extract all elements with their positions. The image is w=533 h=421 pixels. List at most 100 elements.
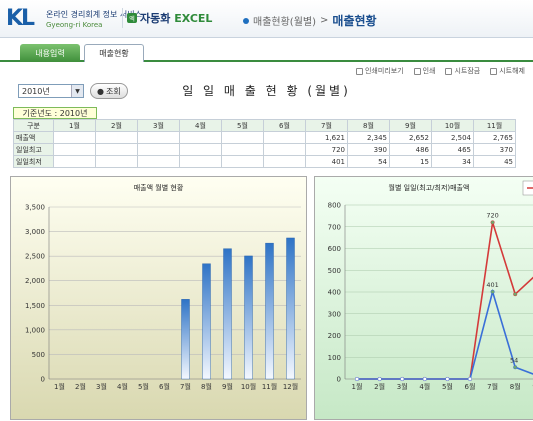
x-tick-label: 12월: [283, 382, 298, 391]
sheet-unlock-button[interactable]: 시트해제: [490, 66, 525, 76]
app-badge: 엑 자동화 EXCEL: [122, 8, 216, 28]
table-cell[interactable]: 465: [432, 144, 474, 156]
x-tick-label: 3월: [397, 382, 408, 391]
month-header-cell: 1월: [54, 120, 96, 132]
table-cell[interactable]: 34: [432, 156, 474, 168]
x-tick-label: 7월: [487, 382, 498, 391]
x-tick-label: 1월: [54, 382, 65, 391]
data-point: [378, 377, 382, 381]
x-tick-label: 10월: [241, 382, 256, 391]
series-line: [357, 222, 533, 379]
chevron-down-icon[interactable]: ▼: [71, 85, 83, 97]
y-tick-label: 500: [328, 267, 341, 275]
data-point: [400, 377, 404, 381]
table-cell[interactable]: [264, 144, 306, 156]
month-header-cell: 10월: [432, 120, 474, 132]
table-cell[interactable]: [180, 144, 222, 156]
table-cell[interactable]: 2,504: [432, 132, 474, 144]
y-tick-label: 700: [328, 223, 341, 231]
x-tick-label: 6월: [465, 382, 476, 391]
y-tick-label: 1,500: [25, 302, 45, 310]
table-cell[interactable]: 401: [306, 156, 348, 168]
breadcrumb-parent[interactable]: 매출현황(월별): [253, 13, 316, 28]
table-cell[interactable]: 45: [474, 156, 516, 168]
sales-table: 구분1월2월3월4월5월6월7월8월9월10월11월 매출액1,6212,345…: [13, 119, 516, 168]
table-cell[interactable]: [180, 132, 222, 144]
print-button[interactable]: 인쇄: [414, 66, 436, 76]
table-cell[interactable]: [138, 144, 180, 156]
month-header-cell: 11월: [474, 120, 516, 132]
month-header-cell: 3월: [138, 120, 180, 132]
x-tick-label: 4월: [117, 382, 128, 391]
year-select[interactable]: 2010년 ▼: [18, 84, 84, 98]
y-tick-label: 800: [328, 202, 341, 210]
table-row: 매출액1,6212,3452,6522,5042,765: [14, 132, 516, 144]
table-cell[interactable]: [138, 156, 180, 168]
bar-chart-canvas: 05001,0001,5002,0002,5003,0003,5001월2월3월…: [11, 177, 308, 421]
month-header-cell: 2월: [96, 120, 138, 132]
y-tick-label: 400: [328, 289, 341, 297]
table-cell[interactable]: [138, 132, 180, 144]
x-tick-label: 3월: [96, 382, 107, 391]
table-cell[interactable]: 390: [348, 144, 390, 156]
preview-icon: [356, 68, 363, 75]
table-cell[interactable]: 486: [390, 144, 432, 156]
table-cell[interactable]: [264, 132, 306, 144]
year-select-value: 2010년: [22, 86, 50, 97]
x-tick-label: 2월: [75, 382, 86, 391]
table-cell[interactable]: 370: [474, 144, 516, 156]
x-tick-label: 7월: [180, 382, 191, 391]
table-cell[interactable]: 2,345: [348, 132, 390, 144]
table-cell[interactable]: [222, 132, 264, 144]
bar: [203, 264, 211, 379]
table-cell[interactable]: [96, 156, 138, 168]
logo-english-name: Gyeong-ri Korea: [46, 21, 102, 29]
search-icon: ●: [97, 87, 104, 96]
daily-high-low-chart: 월별 일일(최고/최저)매출액 010020030040050060070080…: [314, 176, 533, 420]
base-year-label: 기준년도 : 2010년: [13, 107, 97, 119]
table-cell[interactable]: [222, 144, 264, 156]
y-tick-label: 100: [328, 354, 341, 362]
table-cell[interactable]: 15: [390, 156, 432, 168]
monthly-sales-chart: 매출액 월별 현황 05001,0001,5002,0002,5003,0003…: [10, 176, 307, 420]
x-tick-label: 9월: [222, 382, 233, 391]
y-tick-label: 500: [32, 351, 45, 359]
y-tick-label: 1,000: [25, 326, 45, 334]
data-point: [513, 365, 517, 369]
table-cell[interactable]: [180, 156, 222, 168]
unlock-icon: [490, 68, 497, 75]
x-tick-label: 11월: [262, 382, 277, 391]
y-tick-label: 0: [337, 376, 341, 384]
table-cell[interactable]: [54, 156, 96, 168]
table-cell[interactable]: 2,652: [390, 132, 432, 144]
search-button[interactable]: ● 조회: [90, 83, 128, 99]
table-cell[interactable]: [222, 156, 264, 168]
table-cell[interactable]: [96, 144, 138, 156]
row-label: 일일최고: [14, 144, 54, 156]
y-tick-label: 600: [328, 245, 341, 253]
table-cell[interactable]: [54, 144, 96, 156]
x-tick-label: 8월: [201, 382, 212, 391]
table-cell[interactable]: 54: [348, 156, 390, 168]
toolbar: 인쇄미리보기 인쇄 시트잠금 시트해제: [356, 66, 525, 76]
table-cell[interactable]: [96, 132, 138, 144]
table-cell[interactable]: [54, 132, 96, 144]
tab-status[interactable]: 매출현황: [84, 44, 144, 62]
print-preview-button[interactable]: 인쇄미리보기: [356, 66, 404, 76]
table-row: 일일최고 720390486465370: [14, 144, 516, 156]
table-cell[interactable]: 2,765: [474, 132, 516, 144]
sheet-lock-button[interactable]: 시트잠금: [445, 66, 480, 76]
data-point: [446, 377, 450, 381]
tab-bar: 내용입력 매출현황: [0, 42, 533, 62]
x-tick-label: 1월: [352, 382, 363, 391]
printer-icon: [414, 68, 421, 75]
data-label: 720: [486, 211, 498, 219]
breadcrumb: 매출현황(월별) > 매출현황: [243, 12, 377, 29]
table-cell[interactable]: 1,621: [306, 132, 348, 144]
table-cell[interactable]: [264, 156, 306, 168]
y-tick-label: 200: [328, 332, 341, 340]
data-point: [423, 377, 427, 381]
bullet-icon: [243, 18, 249, 24]
tab-input[interactable]: 내용입력: [20, 44, 80, 62]
table-cell[interactable]: 720: [306, 144, 348, 156]
